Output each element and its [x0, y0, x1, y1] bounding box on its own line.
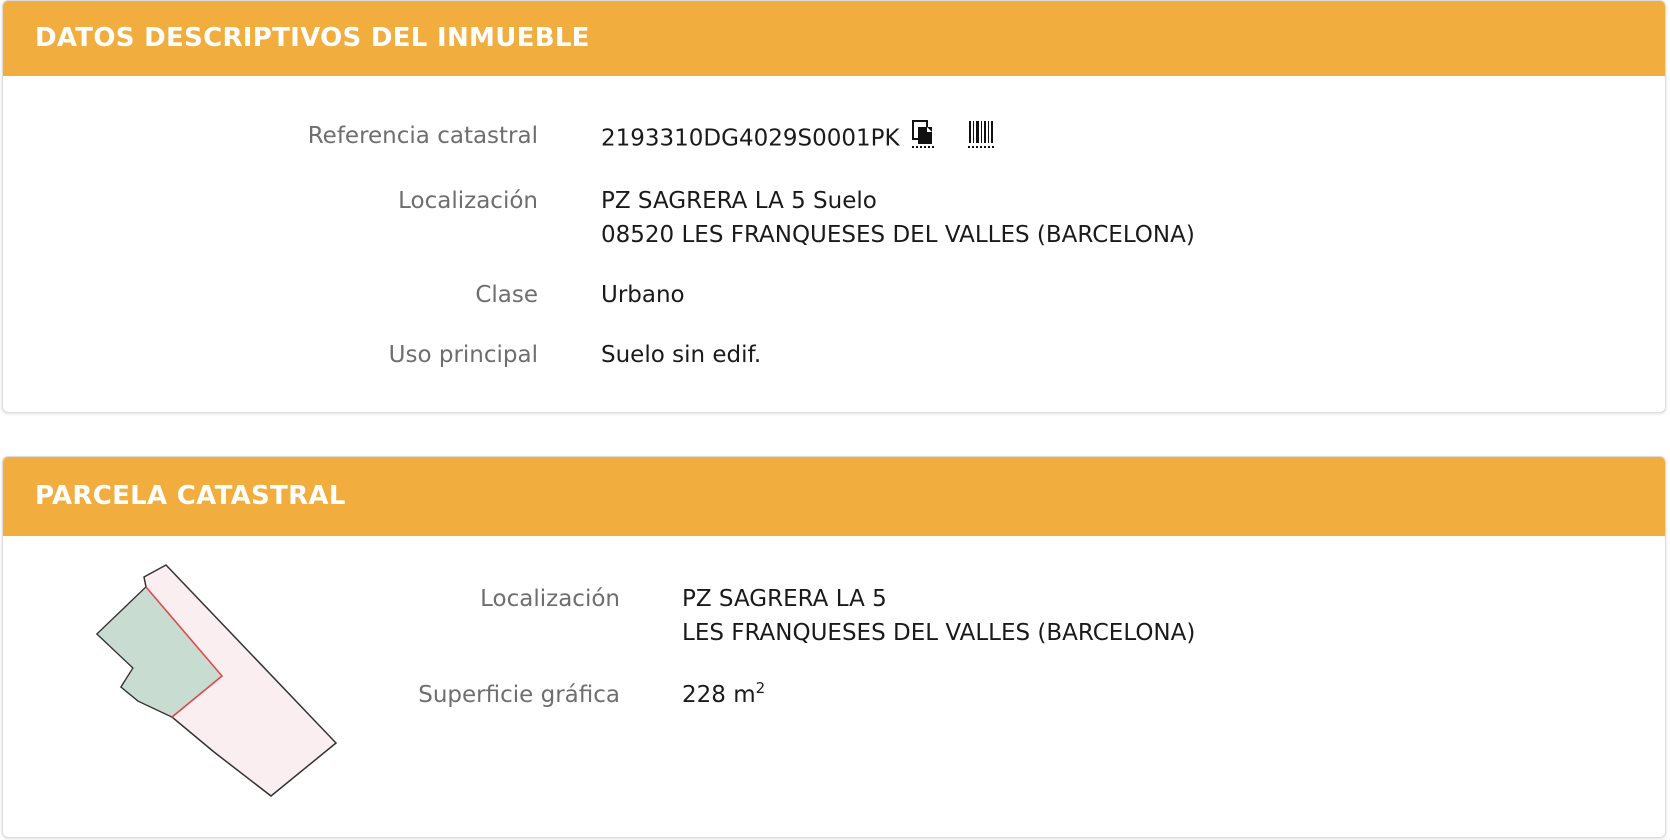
superficie-label: Superficie gráfica	[418, 682, 620, 708]
barcode-icon[interactable]	[966, 119, 996, 159]
parcela-localizacion-label: Localización	[480, 586, 620, 612]
uso-principal-label: Uso principal	[388, 342, 538, 368]
parcela-localizacion-line1: PZ SAGRERA LA 5	[682, 586, 887, 612]
panel-datos-descriptivos: DATOS DESCRIPTIVOS DEL INMUEBLE Referenc…	[2, 0, 1666, 413]
referencia-value-container: 2193310DG4029S0001PK	[601, 119, 996, 159]
parcel-map[interactable]	[88, 563, 348, 823]
copy-document-icon[interactable]	[909, 119, 939, 159]
localizacion-value: PZ SAGRERA LA 5 Suelo 08520 LES FRANQUES…	[601, 184, 1195, 252]
panel-header-parcela: PARCELA CATASTRAL	[3, 457, 1665, 536]
parcela-localizacion-line2: LES FRANQUESES DEL VALLES (BARCELONA)	[682, 620, 1196, 646]
localizacion-line2: 08520 LES FRANQUESES DEL VALLES (BARCELO…	[601, 222, 1195, 248]
referencia-label: Referencia catastral	[307, 123, 538, 149]
superficie-value-container: 228 m2	[682, 678, 765, 712]
parcela-localizacion-value: PZ SAGRERA LA 5 LES FRANQUESES DEL VALLE…	[682, 582, 1195, 650]
referencia-value: 2193310DG4029S0001PK	[601, 125, 900, 152]
localizacion-label: Localización	[398, 188, 538, 214]
clase-label: Clase	[475, 282, 538, 308]
localizacion-line1: PZ SAGRERA LA 5 Suelo	[601, 188, 877, 214]
clase-value: Urbano	[601, 282, 685, 308]
superficie-exponent: 2	[755, 679, 766, 697]
uso-principal-value: Suelo sin edif.	[601, 342, 762, 368]
panel-header-datos: DATOS DESCRIPTIVOS DEL INMUEBLE	[3, 1, 1665, 76]
superficie-value: 228 m	[682, 682, 756, 708]
panel-parcela-catastral: PARCELA CATASTRAL Localización PZ SAGRER…	[2, 456, 1666, 838]
